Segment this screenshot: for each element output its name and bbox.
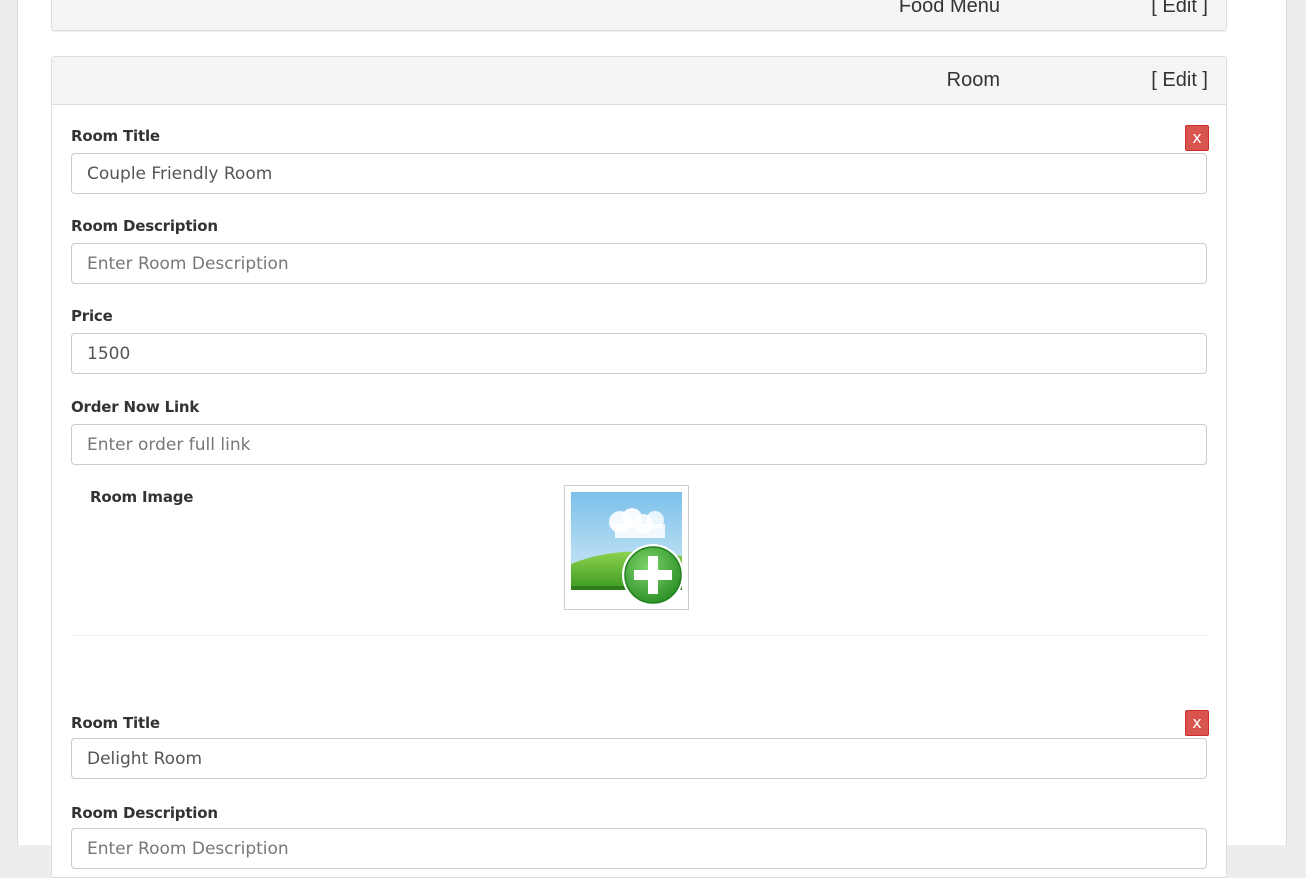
room-panel: Room [ Edit ] Room Title x Room Descript… bbox=[51, 56, 1227, 878]
room-title-label: Room Title bbox=[71, 127, 160, 145]
food-menu-panel-heading: Food Menu [ Edit ] bbox=[52, 0, 1226, 30]
room-title-input[interactable] bbox=[71, 153, 1207, 194]
remove-room-button[interactable]: x bbox=[1185, 710, 1209, 736]
page-content: Food Menu [ Edit ] Room [ Edit ] Room Ti… bbox=[17, 0, 1287, 878]
room-title-input[interactable] bbox=[71, 738, 1207, 779]
food-menu-panel-title: Food Menu bbox=[898, 0, 1000, 17]
room-panel-heading: Room [ Edit ] bbox=[52, 57, 1226, 105]
room-edit-link[interactable]: [ Edit ] bbox=[1151, 69, 1208, 92]
room-image-label: Room Image bbox=[90, 488, 194, 506]
room-description-input[interactable] bbox=[71, 828, 1207, 869]
order-link-label: Order Now Link bbox=[71, 398, 200, 416]
add-image-icon bbox=[571, 492, 684, 606]
room-image-picker[interactable] bbox=[564, 485, 689, 610]
food-menu-panel: Food Menu [ Edit ] bbox=[51, 0, 1227, 31]
food-menu-edit-link[interactable]: [ Edit ] bbox=[1151, 0, 1208, 18]
room-divider bbox=[71, 635, 1209, 636]
remove-room-button[interactable]: x bbox=[1185, 125, 1209, 151]
room-description-input[interactable] bbox=[71, 243, 1207, 284]
room-description-label: Room Description bbox=[71, 217, 218, 235]
order-link-input[interactable] bbox=[71, 424, 1207, 465]
price-label: Price bbox=[71, 307, 113, 325]
room-title-label: Room Title bbox=[71, 714, 160, 732]
room-description-label: Room Description bbox=[71, 804, 218, 822]
price-input[interactable] bbox=[71, 333, 1207, 374]
room-panel-title: Room bbox=[946, 69, 1000, 91]
